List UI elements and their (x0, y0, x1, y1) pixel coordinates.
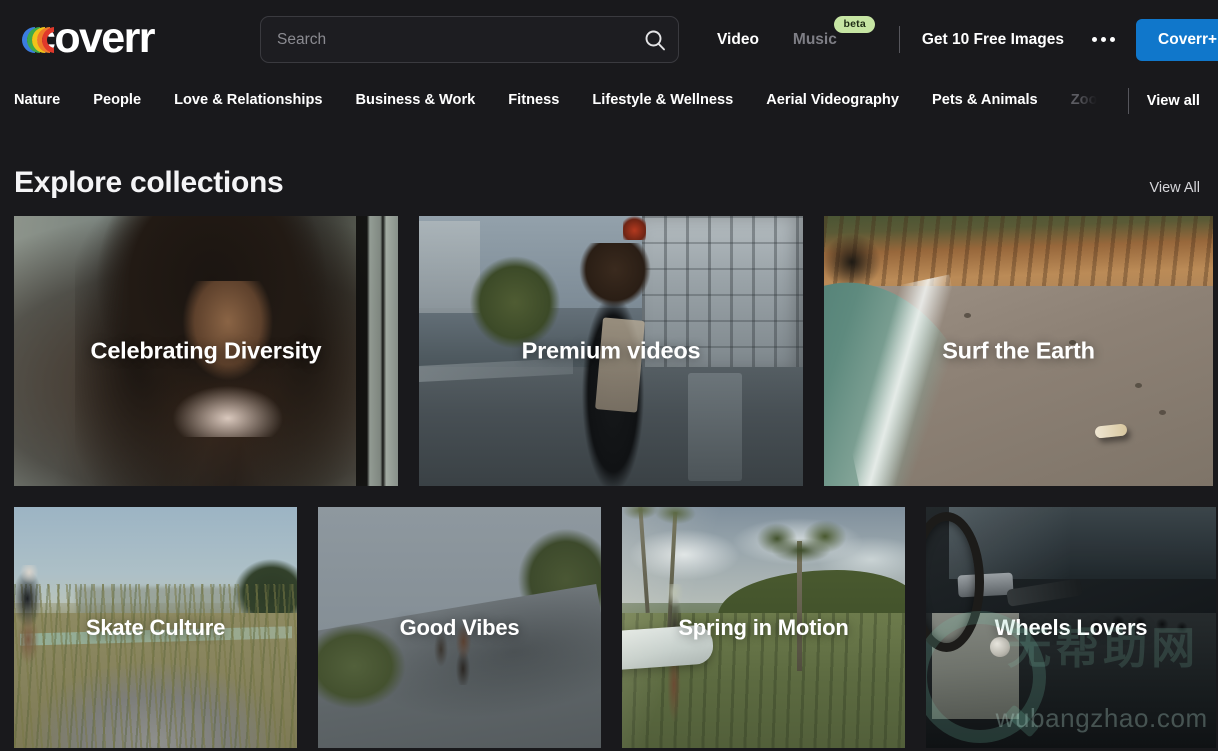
card-title: Wheels Lovers (994, 614, 1148, 640)
category-people[interactable]: People (93, 79, 141, 122)
category-view-all[interactable]: View all (1147, 93, 1204, 109)
category-fitness[interactable]: Fitness (508, 79, 559, 122)
rainbow-logo-icon (14, 19, 54, 61)
category-business[interactable]: Business & Work (356, 79, 476, 122)
collection-card-wheels-lovers[interactable]: 无帮助网 wubangzhao.com Wheels Lovers (926, 507, 1216, 748)
collection-card-premium-videos[interactable]: Premium videos (419, 216, 803, 486)
beta-badge: beta (834, 15, 875, 33)
section-header: Explore collections View All (0, 122, 1218, 200)
category-divider (1127, 87, 1129, 114)
artwork-detail-traffic-light (622, 216, 646, 241)
artwork-detail-grass (14, 584, 297, 748)
collections-row-2: Skate Culture Good Vibes Spring in Motio… (0, 507, 1218, 748)
card-title: Spring in Motion (678, 614, 849, 640)
brand-logo[interactable]: coverr (14, 16, 236, 63)
category-lifestyle[interactable]: Lifestyle & Wellness (592, 79, 733, 122)
artwork-detail-gear-stick (1006, 578, 1084, 607)
category-truncated[interactable]: Zoo (1071, 79, 1098, 122)
category-aerial[interactable]: Aerial Videography (766, 79, 899, 122)
nav-item-music[interactable]: Music (793, 31, 837, 49)
category-scroller[interactable]: Nature People Love & Relationships Busin… (14, 79, 1120, 122)
search-input[interactable] (261, 17, 632, 62)
collection-card-good-vibes[interactable]: Good Vibes (318, 507, 601, 748)
ellipsis-icon[interactable] (1086, 25, 1120, 55)
collection-card-skate-culture[interactable]: Skate Culture (14, 507, 297, 748)
nav-item-music-wrap[interactable]: Music beta (793, 15, 875, 49)
coverr-plus-button[interactable]: Coverr+ (1136, 18, 1218, 61)
artwork-detail-windshield (949, 507, 1216, 580)
card-title: Skate Culture (85, 614, 226, 640)
card-title: Celebrating Diversity (90, 337, 322, 364)
nav-item-video[interactable]: Video (717, 31, 759, 49)
page-title: Explore collections (14, 166, 284, 199)
search-bar[interactable] (260, 16, 679, 63)
category-love[interactable]: Love & Relationships (174, 79, 322, 122)
page-root: coverr Video Music beta Get 10 Free Imag… (0, 0, 1218, 751)
category-bar: Nature People Love & Relationships Busin… (0, 79, 1218, 122)
card-title: Surf the Earth (942, 337, 1095, 364)
collection-card-surf-the-earth[interactable]: Surf the Earth (824, 216, 1213, 486)
artwork-detail-trash-bin (687, 372, 742, 481)
search-icon[interactable] (632, 28, 678, 52)
category-nature[interactable]: Nature (14, 79, 60, 122)
free-images-link[interactable]: Get 10 Free Images (922, 31, 1064, 49)
header-nav: Video Music beta Get 10 Free Images Cove… (717, 15, 1218, 61)
card-title: Good Vibes (399, 614, 520, 640)
card-title: Premium videos (521, 337, 701, 364)
site-header: coverr Video Music beta Get 10 Free Imag… (0, 0, 1218, 79)
collection-card-celebrating-diversity[interactable]: Celebrating Diversity (14, 216, 398, 486)
collection-card-spring-in-motion[interactable]: Spring in Motion (622, 507, 905, 748)
section-view-all-link[interactable]: View All (1149, 180, 1200, 200)
header-divider (898, 26, 900, 53)
category-pets[interactable]: Pets & Animals (932, 79, 1038, 122)
collections-row-1: Celebrating Diversity Premium videos Sur… (0, 216, 1218, 486)
